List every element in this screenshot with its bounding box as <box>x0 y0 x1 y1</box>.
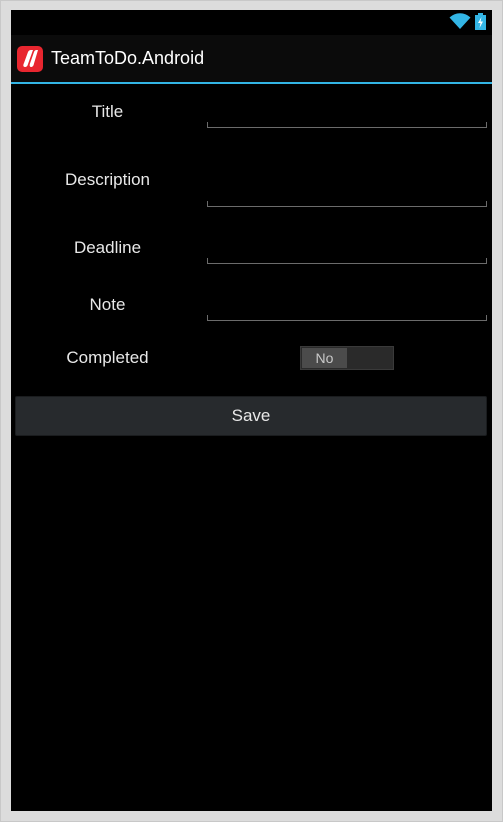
action-bar: TeamToDo.Android <box>11 35 492 84</box>
wifi-icon <box>449 13 471 29</box>
screen: TeamToDo.Android Title Description Deadl… <box>11 10 492 811</box>
save-button[interactable]: Save <box>15 396 487 436</box>
app-title: TeamToDo.Android <box>51 48 205 68</box>
note-field[interactable] <box>207 300 487 321</box>
completed-label: Completed <box>66 348 149 367</box>
battery-charging-icon <box>475 13 486 30</box>
title-field[interactable] <box>207 107 487 128</box>
deadline-input[interactable] <box>207 243 487 263</box>
deadline-label: Deadline <box>73 238 142 257</box>
toggle-thumb: No <box>302 348 347 368</box>
note-label: Note <box>89 295 126 314</box>
status-bar <box>11 10 492 35</box>
description-field[interactable] <box>207 186 487 207</box>
title-label: Title <box>91 102 124 121</box>
device-frame: TeamToDo.Android Title Description Deadl… <box>0 0 503 822</box>
description-label: Description <box>64 170 151 189</box>
completed-toggle[interactable]: No <box>300 346 394 370</box>
app-logo-icon <box>17 46 43 72</box>
note-input[interactable] <box>207 300 487 320</box>
title-input[interactable] <box>207 107 487 127</box>
description-input[interactable] <box>207 186 487 206</box>
deadline-field[interactable] <box>207 243 487 264</box>
